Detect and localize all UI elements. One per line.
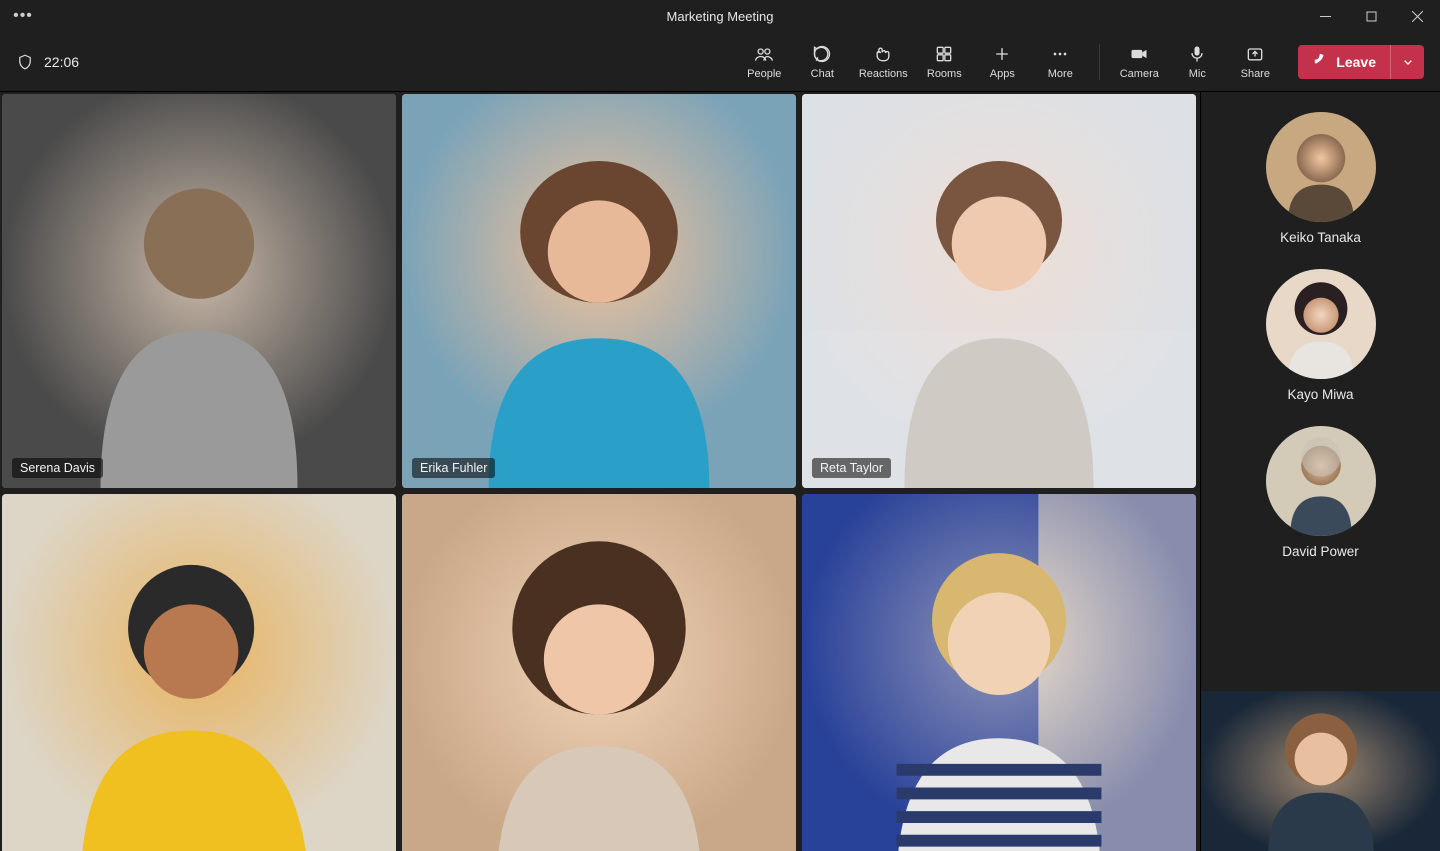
leave-dropdown[interactable] xyxy=(1390,45,1424,79)
video-tile[interactable]: Sarah Perez xyxy=(402,494,796,851)
video-feed xyxy=(802,494,1196,851)
participant-item[interactable]: Kayo Miwa xyxy=(1266,269,1376,402)
avatar xyxy=(1266,269,1376,379)
video-feed xyxy=(402,494,796,851)
participant-name: Kayo Miwa xyxy=(1287,387,1353,402)
chat-label: Chat xyxy=(811,68,834,80)
toolbar-divider xyxy=(1099,44,1100,80)
hangup-icon xyxy=(1312,52,1328,71)
mic-button[interactable]: Mic xyxy=(1168,36,1226,88)
video-tile[interactable]: MJ Price xyxy=(802,494,1196,851)
video-tile[interactable]: Reta Taylor xyxy=(802,94,1196,488)
mic-label: Mic xyxy=(1189,68,1206,80)
camera-button[interactable]: Camera xyxy=(1110,36,1168,88)
titlebar-more-button[interactable]: ••• xyxy=(0,7,46,25)
close-button[interactable] xyxy=(1394,0,1440,32)
participant-name: Keiko Tanaka xyxy=(1280,230,1361,245)
participant-item[interactable]: David Power xyxy=(1266,426,1376,559)
participant-name-label: Erika Fuhler xyxy=(412,458,495,478)
apps-plus-icon xyxy=(991,43,1013,65)
maximize-button[interactable] xyxy=(1348,0,1394,32)
meeting-toolbar: 22:06 People Chat Reactions xyxy=(0,32,1440,92)
apps-button[interactable]: Apps xyxy=(973,36,1031,88)
participant-item[interactable]: Keiko Tanaka xyxy=(1266,112,1376,245)
window-controls xyxy=(1302,0,1440,32)
video-tile[interactable]: Erika Fuhler xyxy=(402,94,796,488)
people-label: People xyxy=(747,68,781,80)
participants-sidebar: Keiko Tanaka Kayo Miwa David Power xyxy=(1200,92,1440,851)
mic-icon xyxy=(1186,43,1208,65)
participant-name: David Power xyxy=(1282,544,1359,559)
leave-label: Leave xyxy=(1336,54,1376,70)
video-feed xyxy=(2,94,396,488)
reactions-button[interactable]: Reactions xyxy=(851,36,915,88)
avatar xyxy=(1266,426,1376,536)
leave-button[interactable]: Leave xyxy=(1298,45,1424,79)
reactions-label: Reactions xyxy=(859,68,908,80)
more-label: More xyxy=(1048,68,1073,80)
timer-group: 22:06 xyxy=(16,53,79,71)
people-button[interactable]: People xyxy=(735,36,793,88)
video-feed xyxy=(2,494,396,851)
title-bar: ••• Marketing Meeting xyxy=(0,0,1440,32)
rooms-icon xyxy=(933,43,955,65)
participant-name-label: Reta Taylor xyxy=(812,458,891,478)
meeting-timer: 22:06 xyxy=(44,54,79,70)
shield-icon xyxy=(16,53,34,71)
chat-icon xyxy=(811,43,833,65)
window-title: Marketing Meeting xyxy=(667,9,774,24)
meeting-content: Serena Davis Erika Fuhler xyxy=(0,92,1440,851)
share-icon xyxy=(1244,43,1266,65)
avatar xyxy=(1266,112,1376,222)
camera-icon xyxy=(1128,43,1150,65)
minimize-button[interactable] xyxy=(1302,0,1348,32)
apps-label: Apps xyxy=(990,68,1015,80)
more-icon xyxy=(1049,43,1071,65)
video-grid: Serena Davis Erika Fuhler xyxy=(2,94,1200,851)
video-area: Serena Davis Erika Fuhler xyxy=(0,92,1200,851)
video-tile[interactable]: Serena Davis xyxy=(2,94,396,488)
participant-name-label: Serena Davis xyxy=(12,458,103,478)
share-label: Share xyxy=(1241,68,1270,80)
video-tile[interactable]: Serena Ribeiro xyxy=(2,494,396,851)
reactions-icon xyxy=(872,43,894,65)
people-icon xyxy=(753,43,775,65)
share-button[interactable]: Share xyxy=(1226,36,1284,88)
rooms-button[interactable]: Rooms xyxy=(915,36,973,88)
chat-button[interactable]: Chat xyxy=(793,36,851,88)
camera-label: Camera xyxy=(1120,68,1159,80)
video-feed xyxy=(802,94,1196,488)
self-view[interactable] xyxy=(1201,691,1440,851)
more-button[interactable]: More xyxy=(1031,36,1089,88)
rooms-label: Rooms xyxy=(927,68,962,80)
video-feed xyxy=(402,94,796,488)
